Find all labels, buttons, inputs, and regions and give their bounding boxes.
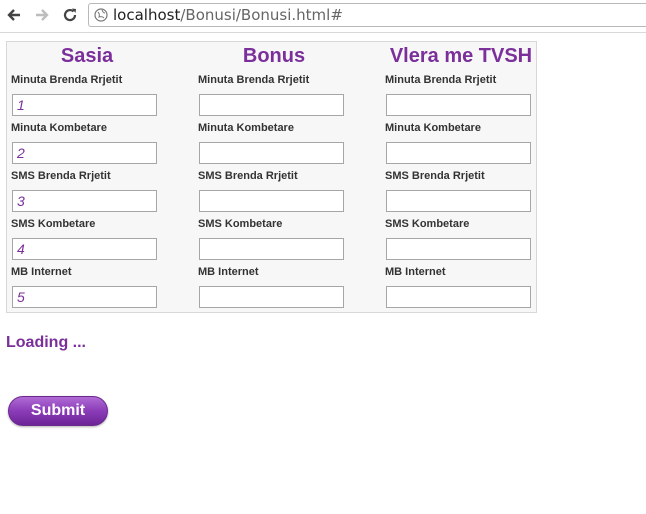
field-label: MB Internet (385, 266, 446, 278)
column-title: Sasia (60, 45, 114, 67)
bonus-form-panel: Sasia Minuta Brenda Rrjetit Minuta Kombeta… (6, 41, 537, 313)
field-input[interactable] (12, 94, 157, 116)
field-label: Minuta Brenda Rrjetit (198, 74, 310, 86)
field-input[interactable] (386, 190, 531, 212)
column-title: Vlera me TVSH (389, 45, 533, 67)
arrow-right-icon (36, 9, 49, 21)
field-input[interactable] (386, 94, 531, 116)
address-bar[interactable]: localhost/Bonusi/Bonusi.html# (88, 3, 646, 27)
field-input[interactable] (199, 238, 344, 260)
back-button[interactable] (3, 4, 25, 26)
field-input[interactable] (199, 94, 344, 116)
field-input[interactable] (12, 190, 157, 212)
field-label: Minuta Brenda Rrjetit (385, 74, 497, 86)
forward-button[interactable] (31, 4, 53, 26)
browser-toolbar: localhost/Bonusi/Bonusi.html# (0, 0, 646, 33)
field-label: Minuta Brenda Rrjetit (11, 74, 123, 86)
field-input[interactable] (386, 142, 531, 164)
url-text: localhost/Bonusi/Bonusi.html# (113, 6, 343, 24)
loading-status: Loading ... (6, 334, 86, 351)
submit-button[interactable]: Submit (8, 396, 108, 426)
field-input[interactable] (199, 142, 344, 164)
field-label: MB Internet (11, 266, 72, 278)
field-label: SMS Brenda Rrjetit (385, 170, 485, 182)
field-label: SMS Kombetare (11, 218, 96, 230)
field-label: Minuta Kombetare (11, 122, 107, 134)
url-path: /Bonusi/Bonusi.html# (180, 6, 343, 24)
url-host: localhost (113, 6, 181, 24)
field-input[interactable] (386, 238, 531, 260)
field-label: SMS Brenda Rrjetit (198, 170, 298, 182)
field-label: MB Internet (198, 266, 259, 278)
field-label: SMS Kombetare (198, 218, 283, 230)
column-title: Bonus (242, 45, 306, 67)
field-input[interactable] (12, 142, 157, 164)
field-input[interactable] (386, 286, 531, 308)
arrow-left-icon (7, 9, 20, 21)
globe-icon (94, 8, 108, 22)
reload-button[interactable] (59, 4, 81, 26)
field-label: Minuta Kombetare (198, 122, 294, 134)
field-label: SMS Kombetare (385, 218, 470, 230)
field-input[interactable] (199, 286, 344, 308)
field-label: Minuta Kombetare (385, 122, 481, 134)
field-input[interactable] (199, 190, 344, 212)
field-input[interactable] (12, 286, 157, 308)
field-label: SMS Brenda Rrjetit (11, 170, 111, 182)
reload-icon (63, 8, 77, 22)
field-input[interactable] (12, 238, 157, 260)
